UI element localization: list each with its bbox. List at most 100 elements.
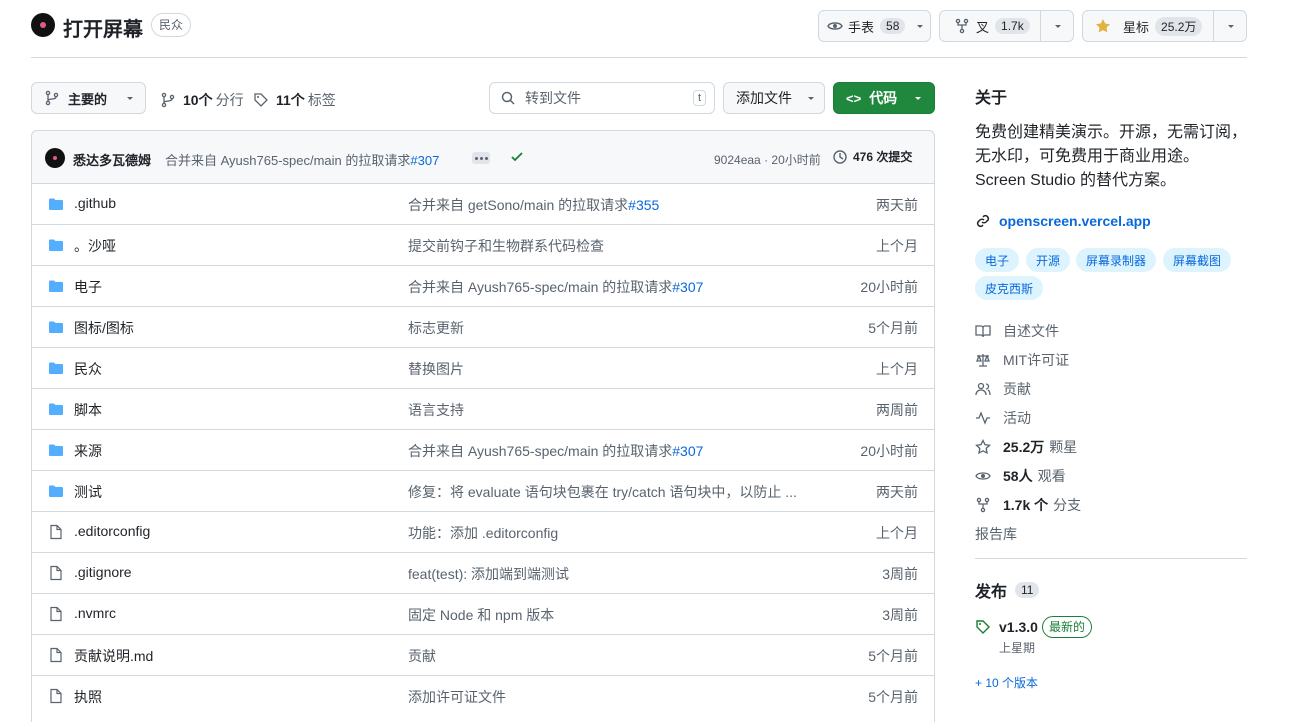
license-link[interactable]: MIT许可证 [975,350,1069,370]
readme-link[interactable]: 自述文件 [975,321,1059,341]
report-link[interactable]: 报告库 [975,524,1017,544]
file-row[interactable]: 执照 添加许可证文件 5个月前 [32,675,934,716]
file-name[interactable]: .nvmrc [74,605,116,621]
latest-commit-bar: 悉达多瓦德姆 合并来自 Ayush765-spec/main 的拉取请求#307… [32,131,934,183]
file-commit-message[interactable]: 语言支持 [408,400,464,420]
commit-message[interactable]: 合并来自 Ayush765-spec/main 的拉取请求#307 [165,150,439,169]
file-row[interactable]: .gitignore feat(test): 添加端到端测试 3周前 [32,552,934,593]
file-commit-time: 两周前 [876,402,918,418]
file-commit-message[interactable]: 固定 Node 和 npm 版本 [408,605,554,625]
file-row[interactable]: .nvmrc 固定 Node 和 npm 版本 3周前 [32,593,934,634]
file-name[interactable]: .gitignore [74,564,132,580]
branch-selector[interactable]: 主要的 [31,82,146,114]
more-releases-link[interactable]: + 10 个版本 [975,674,1038,691]
author-avatar[interactable] [45,148,65,168]
file-commit-message[interactable]: 提交前钩子和生物群系代码检查 [408,236,604,256]
file-commit-message[interactable]: 贡献 [408,646,436,666]
branches-link[interactable]: 10个 分行 [160,90,244,110]
repo-avatar[interactable] [31,13,55,37]
search-input[interactable]: 转到文件 [525,88,581,108]
file-commit-message[interactable]: 合并来自 getSono/main 的拉取请求#355 [408,195,659,215]
commit-meta: 9024eaa · 20小时前 [714,151,821,168]
folder-icon [48,237,64,253]
commit-pr-link[interactable]: #307 [410,153,439,168]
branches-label: 分行 [215,92,244,108]
activity-link[interactable]: 活动 [975,408,1031,428]
file-name[interactable]: 。沙哑 [74,236,116,256]
file-commit-pr-link[interactable]: #307 [672,443,703,459]
check-icon[interactable] [510,150,524,164]
file-commit-message[interactable]: 合并来自 Ayush765-spec/main 的拉取请求#307 [408,441,703,461]
file-commit-time: 5个月前 [868,689,918,705]
file-commit-message[interactable]: 功能：添加 .editorconfig [408,523,558,543]
file-name[interactable]: 来源 [74,441,102,461]
contributing-link[interactable]: 贡献 [975,379,1031,399]
file-commit-pr-link[interactable]: #355 [628,197,659,213]
topic-tag[interactable]: 屏幕录制器 [1076,248,1157,272]
stars-value: 25.2万 [1003,439,1045,455]
file-commit-time: 两天前 [876,197,918,213]
code-button[interactable]: <> 代码 [833,82,935,114]
file-name[interactable]: .editorconfig [74,523,150,539]
tags-link[interactable]: 11个 标签 [253,90,336,110]
branch-icon [160,92,176,108]
commit-hash[interactable]: 9024eaa [714,153,761,167]
file-commit-pr-link[interactable]: #307 [672,279,703,295]
file-commit-message[interactable]: 添加许可证文件 [408,687,506,707]
topic-tag[interactable]: 电子 [975,248,1020,272]
commits-link[interactable]: 476 次提交 [832,148,912,165]
history-icon [832,149,848,165]
watchers-link[interactable]: 58人 观看 [975,466,1066,486]
topic-tag[interactable]: 开源 [1026,248,1071,272]
ellipsis-icon[interactable] [472,152,490,164]
fork-button[interactable]: 叉 1.7k [939,10,1074,42]
file-commit-time: 上个月 [876,238,918,254]
homepage-link[interactable]: openscreen.vercel.app [975,213,1151,229]
file-commit-message[interactable]: 替换图片 [408,359,464,379]
file-row[interactable]: 测试 修复：将 evaluate 语句块包裹在 try/catch 语句块中，以防… [32,470,934,511]
fork-label: 叉 [976,19,990,35]
file-commit-text: 贡献 [408,648,436,664]
file-name[interactable]: 执照 [74,687,102,707]
add-file-button[interactable]: 添加文件 [723,82,825,114]
file-row[interactable]: 民众 替换图片 上个月 [32,347,934,388]
file-commit-message[interactable]: 合并来自 Ayush765-spec/main 的拉取请求#307 [408,277,703,297]
file-commit-text: 提交前钩子和生物群系代码检查 [408,238,604,254]
star-button[interactable]: 星标 25.2万 [1082,10,1247,42]
file-commit-message[interactable]: 标志更新 [408,318,464,338]
topic-tag[interactable]: 皮克西斯 [975,276,1044,300]
file-row[interactable]: 图标/图标 标志更新 5个月前 [32,306,934,347]
commit-author[interactable]: 悉达多瓦德姆 [73,150,151,169]
chevron-down-icon[interactable] [1226,21,1236,31]
watch-button[interactable]: 手表 58 [818,10,931,42]
forks-link[interactable]: 1.7k 个分支 [975,495,1081,515]
file-name[interactable]: .github [74,195,116,211]
file-name[interactable]: 民众 [74,359,102,379]
file-commit-time: 20小时前 [860,279,918,295]
file-row[interactable]: 脚本 语言支持 两周前 [32,388,934,429]
chevron-down-icon [915,21,925,31]
release-version[interactable]: v1.3.0 [999,619,1038,635]
file-row[interactable]: .editorconfig 功能：添加 .editorconfig 上个月 [32,511,934,552]
file-row[interactable]: 。沙哑 提交前钩子和生物群系代码检查 上个月 [32,224,934,265]
file-name[interactable]: 电子 [74,277,102,297]
releases-heading[interactable]: 发布 11 [975,578,1040,602]
file-name[interactable]: 贡献说明.md [74,646,153,666]
file-row[interactable]: .github 合并来自 getSono/main 的拉取请求#355 两天前 [32,183,934,224]
file-row[interactable]: 电子 合并来自 Ayush765-spec/main 的拉取请求#307 20小时前 [32,265,934,306]
file-commit-text: 标志更新 [408,320,464,336]
file-row[interactable]: 来源 合并来自 Ayush765-spec/main 的拉取请求#307 20小时前 [32,429,934,470]
stars-link[interactable]: 25.2万 颗星 [975,437,1077,457]
topic-tag[interactable]: 屏幕截图 [1163,248,1232,272]
file-commit-message[interactable]: 修复：将 evaluate 语句块包裹在 try/catch 语句块中，以防止 … [408,482,797,502]
file-commit-message[interactable]: feat(test): 添加端到端测试 [408,564,569,584]
repo-title[interactable]: 打开屏幕 [63,13,143,42]
folder-icon [48,278,64,294]
file-row[interactable]: 贡献说明.md 贡献 5个月前 [32,634,934,675]
file-name[interactable]: 脚本 [74,400,102,420]
file-name[interactable]: 图标/图标 [74,318,134,338]
readme-label: 自述文件 [1003,323,1059,339]
go-to-file-search[interactable]: 转到文件 t [489,82,715,114]
chevron-down-icon[interactable] [1053,21,1063,31]
file-name[interactable]: 测试 [74,482,102,502]
